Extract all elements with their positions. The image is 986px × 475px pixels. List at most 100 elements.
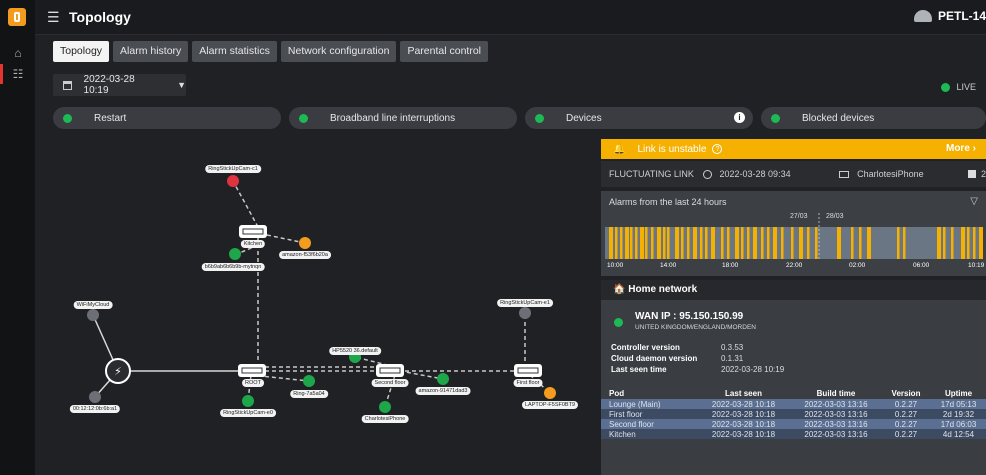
date-selector[interactable]: 2022-03-28 10:19 ▼: [53, 74, 186, 96]
node-label[interactable]: RingStickUpCam-c1: [205, 165, 261, 173]
time-label: 10:00: [607, 262, 624, 269]
alarm-bar: [625, 227, 629, 259]
node-label[interactable]: 00:12:12:0b:6b:a1: [69, 405, 121, 413]
tab-alarm-history[interactable]: Alarm history: [113, 41, 189, 62]
home-icon[interactable]: ⌂: [10, 46, 26, 60]
pill-restart[interactable]: Restart: [53, 107, 281, 129]
node-label[interactable]: Second floor: [371, 379, 409, 387]
node-label[interactable]: HP5520 36.default: [329, 347, 381, 355]
clock-icon: [702, 169, 712, 179]
table-row[interactable]: Second floor 2022-03-28 10:18 2022-03-03…: [601, 419, 986, 429]
link-unstable-alert: 🔔 Link is unstable ? More ›: [601, 139, 986, 159]
alarms-timeline: Alarms from the last 24 hours ▽ 27/03 28…: [601, 191, 986, 276]
column-header[interactable]: Version: [881, 388, 931, 399]
user-menu[interactable]: PETL-14: [913, 9, 986, 23]
bell-icon: 🔔: [613, 143, 626, 155]
node-label[interactable]: LAPTOP-F5SF0BT9: [521, 401, 579, 409]
alarm-bar: [943, 227, 946, 259]
alarm-bar: [630, 227, 633, 259]
app-logo[interactable]: [8, 8, 26, 26]
pill-label: Broadband line interruptions: [330, 112, 456, 124]
pod-version: 0.2.27: [881, 429, 931, 439]
pod-uptime: 4d 12:54: [931, 429, 986, 439]
column-header[interactable]: Last seen: [696, 388, 791, 399]
wan-status-dot: [614, 318, 623, 327]
tab-network-configuration[interactable]: Network configuration: [280, 41, 397, 62]
node-label[interactable]: amazon-91471dad3: [415, 387, 471, 395]
node-label[interactable]: Ring-7a5a04: [290, 390, 328, 398]
node-label[interactable]: RingStickUpCam-e1: [497, 299, 553, 307]
time-label: 22:00: [786, 262, 803, 269]
alarm-bar: [651, 227, 654, 259]
pod-build-time: 2022-03-03 13:16: [791, 409, 881, 419]
link-time: 2022-03-28 09:34: [719, 169, 791, 179]
alarm-bar: [693, 227, 697, 259]
alarm-bar: [747, 227, 750, 259]
wan-ip: WAN IP : 95.150.150.99: [635, 311, 744, 322]
alarm-bar: [609, 227, 613, 259]
table-row[interactable]: Kitchen 2022-03-28 10:18 2022-03-03 13:1…: [601, 429, 986, 439]
node-label[interactable]: b6b9ab6b6b9b-mytnqn: [201, 263, 265, 271]
more-link[interactable]: More ›: [946, 143, 976, 154]
topology-icon[interactable]: ☷: [10, 67, 26, 81]
pod-uptime: 17d 06:03: [931, 419, 986, 429]
info-icon[interactable]: i: [734, 112, 745, 123]
link-device: CharlotesiPhone: [857, 169, 924, 179]
pod-name: First floor: [601, 409, 696, 419]
alarm-bar: [937, 227, 941, 259]
link-details-row: FLUCTUATING LINK 2022-03-28 09:34 Charlo…: [601, 161, 986, 187]
pill-broadband[interactable]: Broadband line interruptions: [289, 107, 517, 129]
node-label[interactable]: CharlotesiPhone: [361, 415, 409, 423]
topology-diagram: ⚡ RingStickUpCam-c1 Kitchen b6b9ab6b6b9b…: [35, 135, 600, 475]
pill-blocked-devices[interactable]: Blocked devices: [761, 107, 986, 129]
last-seen-value: 2022-03-28 10:19: [721, 365, 785, 374]
hamburger-menu-icon[interactable]: ☰: [47, 9, 60, 26]
pod-build-time: 2022-03-03 13:16: [791, 419, 881, 429]
pod-uptime: 17d 05:13: [931, 399, 986, 409]
live-indicator: LIVE: [941, 82, 976, 92]
pod-last-seen: 2022-03-28 10:18: [696, 399, 791, 409]
node-label[interactable]: ROOT: [242, 379, 264, 387]
home-network-title: 🏠 Home network: [601, 280, 986, 300]
node-label[interactable]: WiFiMyCloud: [73, 301, 113, 309]
column-header[interactable]: Pod: [601, 388, 696, 399]
alarm-bar: [799, 227, 803, 259]
node-label[interactable]: RingStickUpCam-e0: [220, 409, 276, 417]
table-row[interactable]: Lounge (Main) 2022-03-28 10:18 2022-03-0…: [601, 399, 986, 409]
node-label[interactable]: Kitchen: [240, 240, 266, 248]
active-indicator: [0, 64, 3, 84]
time-label: 14:00: [660, 262, 677, 269]
help-icon[interactable]: ?: [712, 144, 723, 154]
node-label[interactable]: First floor: [513, 379, 543, 387]
alarm-bar: [681, 227, 684, 259]
pod-version: 0.2.27: [881, 399, 931, 409]
alert-message: Link is unstable: [637, 143, 707, 155]
pill-label: Restart: [94, 112, 127, 124]
column-header[interactable]: Uptime: [931, 388, 986, 399]
user-name: PETL-14: [937, 9, 986, 23]
column-header[interactable]: Build time: [791, 388, 881, 399]
alarm-bar: [620, 227, 623, 259]
alarm-bar: [735, 227, 739, 259]
node-label[interactable]: amazon-f53f6b20a: [279, 251, 331, 259]
monitor-icon: [839, 170, 850, 178]
pod-uptime: 2d 19:32: [931, 409, 986, 419]
alarm-bar: [973, 227, 976, 259]
alarm-bar: [979, 227, 983, 259]
alarm-bar: [687, 227, 690, 259]
tab-bar: Topology Alarm history Alarm statistics …: [53, 41, 488, 62]
checkbox-icon[interactable]: [968, 170, 976, 178]
pod-last-seen: 2022-03-28 10:18: [696, 409, 791, 419]
pill-devices[interactable]: Devices i: [525, 107, 753, 129]
alarm-bar: [903, 227, 906, 259]
pod-name: Lounge (Main): [601, 399, 696, 409]
tab-parental-control[interactable]: Parental control: [400, 41, 488, 62]
alarm-bar: [635, 227, 638, 259]
time-label: 06:00: [913, 262, 930, 269]
tab-alarm-statistics[interactable]: Alarm statistics: [192, 41, 277, 62]
status-dot: [63, 113, 72, 123]
tab-topology[interactable]: Topology: [53, 41, 110, 62]
table-row[interactable]: First floor 2022-03-28 10:18 2022-03-03 …: [601, 409, 986, 419]
pod-version: 0.2.27: [881, 419, 931, 429]
svg-text:⚡: ⚡: [114, 365, 122, 378]
